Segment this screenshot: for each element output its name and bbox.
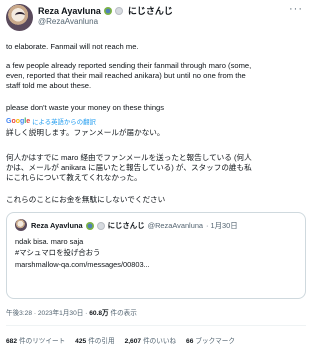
globe-emoji-icon <box>103 6 112 15</box>
views-count: 60.8万 <box>89 310 109 317</box>
google-logo: Google <box>6 118 31 125</box>
quote-author-jp-name: にじさんじ <box>107 221 145 230</box>
jp-line-2: 何人かはすでに maro 経由でファンメールを送ったと報告している (何人 <box>6 153 252 162</box>
quote-line-1: ndak bisa. maro saja <box>15 237 84 246</box>
tweet-time[interactable]: 午後3:28 · 2023年1月30日 · <box>6 310 89 317</box>
bookmark-count: 66 <box>186 338 194 345</box>
quote-hashtag[interactable]: #マシュマロを投げ合おう <box>15 248 100 258</box>
author-handle[interactable]: @RezaAvanluna <box>38 17 98 26</box>
quote-avatar <box>15 219 27 231</box>
tweet-line-3: even, reported that their mail reached a… <box>6 71 246 80</box>
tweet-line-2: a few people already reported sending th… <box>6 61 252 70</box>
like-count: 2,607 <box>124 338 142 345</box>
globe-emoji-icon <box>85 221 94 230</box>
quoted-tweet[interactable]: Reza Ayavluna にじさんじ @RezaAvanluna · 1月30… <box>6 212 306 299</box>
bookmark-label: ブックマーク <box>195 338 235 345</box>
retweet-count: 682 <box>6 338 18 345</box>
quote-stat[interactable]: 425 件の引用 <box>75 335 114 345</box>
tweet-header: Reza Ayavluna にじさんじ @RezaAvanluna ··· <box>0 0 311 34</box>
like-label: 件のいいね <box>143 338 177 345</box>
quote-date: · 1月30日 <box>206 221 238 230</box>
tweet-line-1: to elaborate. Fanmail will not reach me. <box>6 42 139 51</box>
tweet-line-4: staff told me about these. <box>6 81 92 90</box>
divider <box>6 325 306 326</box>
quote-link[interactable]: marshmallow-qa.com/messages/00803... <box>15 260 150 270</box>
quote-count: 425 <box>75 338 87 345</box>
translation-credit[interactable]: Google による英語からの翻訳 <box>6 117 96 126</box>
more-options-icon[interactable]: ··· <box>289 3 303 15</box>
retweet-stat[interactable]: 682 件のリツイート <box>6 335 65 345</box>
like-stat[interactable]: 2,607 件のいいね <box>125 335 176 345</box>
author-name[interactable]: Reza Ayavluna <box>38 6 101 16</box>
translation-text[interactable]: による英語からの翻訳 <box>32 117 96 126</box>
views-label: 件の表示 <box>108 310 137 317</box>
author-name-row[interactable]: Reza Ayavluna にじさんじ <box>38 4 173 17</box>
moon-emoji-icon <box>114 6 123 15</box>
author-jp-name[interactable]: にじさんじ <box>128 4 173 17</box>
quote-handle: @RezaAvanluna <box>147 221 204 230</box>
tweet-line-5: please don't waste your money on these t… <box>6 103 165 112</box>
quote-label: 件の引用 <box>88 338 115 345</box>
jp-line-1: 詳しく説明します。ファンメールが届かない。 <box>6 128 165 137</box>
moon-emoji-icon <box>96 221 105 230</box>
avatar[interactable] <box>6 4 33 31</box>
jp-line-4: にこれらについて教えてくれなかった。 <box>6 173 142 182</box>
bookmark-stat[interactable]: 66 ブックマーク <box>186 335 235 345</box>
tweet-stats: 682 件のリツイート 425 件の引用 2,607 件のいいね 66 ブックマーク <box>6 335 235 345</box>
jp-line-5: これらのことにお金を無駄にしないでください <box>6 195 166 204</box>
quote-header: Reza Ayavluna にじさんじ @RezaAvanluna · 1月30… <box>31 220 238 231</box>
retweet-label: 件のリツイート <box>19 338 66 345</box>
jp-line-3: かは、メールが anikara に届いたと報告している) が、スタッフの誰も私 <box>6 163 252 172</box>
quote-author-name: Reza Ayavluna <box>31 221 83 230</box>
tweet-meta: 午後3:28 · 2023年1月30日 · 60.8万 件の表示 <box>6 307 137 317</box>
